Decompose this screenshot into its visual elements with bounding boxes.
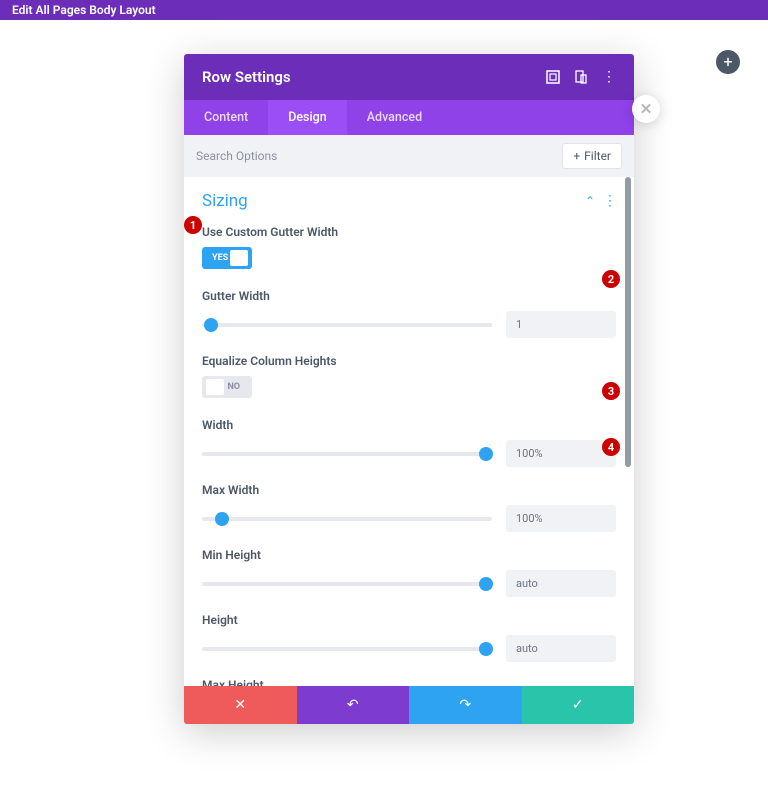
ctl-use-custom-gutter: Use Custom Gutter Width YES	[202, 225, 616, 273]
cancel-button[interactable]: ✕	[184, 686, 297, 724]
close-modal-button[interactable]: ✕	[632, 95, 660, 123]
search-row: Search Options + Filter	[184, 135, 634, 177]
slider-thumb[interactable]	[479, 577, 493, 591]
slider-thumb[interactable]	[204, 318, 218, 332]
add-section-button[interactable]: +	[716, 50, 740, 74]
section-sizing-header[interactable]: Sizing ⌃ ⋮	[184, 177, 634, 219]
use-custom-gutter-toggle[interactable]: YES	[202, 247, 252, 269]
dots-vertical-icon[interactable]: ⋮	[602, 70, 616, 84]
section-sizing-title: Sizing	[202, 191, 248, 211]
expand-icon[interactable]	[546, 70, 560, 84]
use-custom-gutter-label: Use Custom Gutter Width	[202, 225, 616, 239]
ctl-max-height: Max Height	[202, 678, 616, 686]
tab-content[interactable]: Content	[184, 100, 268, 135]
annotation-marker-4: 4	[602, 438, 620, 456]
min-height-slider[interactable]	[202, 582, 492, 586]
height-input[interactable]	[506, 635, 616, 662]
min-height-input[interactable]	[506, 570, 616, 597]
annotation-marker-3: 3	[602, 382, 620, 400]
filter-label: Filter	[584, 149, 611, 163]
redo-button[interactable]: ↷	[409, 686, 522, 724]
modal-header-actions: ⋮	[546, 70, 616, 84]
ctl-equalize-heights: Equalize Column Heights NO	[202, 354, 616, 402]
annotation-marker-1: 1	[184, 216, 202, 234]
width-input[interactable]	[506, 440, 616, 467]
ctl-width: Width	[202, 418, 616, 467]
slider-thumb[interactable]	[215, 512, 229, 526]
close-icon: ✕	[234, 697, 246, 713]
max-width-slider[interactable]	[202, 517, 492, 521]
tabs: Content Design Advanced	[184, 100, 634, 135]
plus-icon: +	[573, 149, 580, 163]
top-bar-title: Edit All Pages Body Layout	[12, 3, 156, 17]
modal-header: Row Settings ⋮	[184, 54, 634, 100]
scrollbar[interactable]	[625, 177, 631, 467]
ctl-max-width: Max Width	[202, 483, 616, 532]
filter-button[interactable]: + Filter	[562, 143, 622, 169]
max-width-label: Max Width	[202, 483, 616, 497]
section-menu-icon[interactable]: ⋮	[603, 193, 616, 209]
modal-title: Row Settings	[202, 68, 291, 86]
plus-icon: +	[723, 54, 732, 70]
chevron-up-icon[interactable]: ⌃	[585, 194, 595, 208]
width-label: Width	[202, 418, 616, 432]
toggle-knob	[230, 250, 248, 266]
tab-design[interactable]: Design	[268, 100, 347, 135]
tab-advanced[interactable]: Advanced	[347, 100, 442, 135]
save-button[interactable]: ✓	[522, 686, 635, 724]
search-input[interactable]: Search Options	[196, 149, 277, 163]
min-height-label: Min Height	[202, 548, 616, 562]
height-slider[interactable]	[202, 647, 492, 651]
modal-footer: ✕ ↶ ↷ ✓	[184, 686, 634, 724]
gutter-width-slider[interactable]	[202, 323, 492, 327]
check-icon: ✓	[572, 697, 584, 713]
toggle-no-text: NO	[221, 382, 246, 392]
max-width-input[interactable]	[506, 505, 616, 532]
undo-icon: ↶	[347, 697, 359, 713]
equalize-heights-label: Equalize Column Heights	[202, 354, 616, 368]
gutter-width-label: Gutter Width	[202, 289, 616, 303]
section-sizing-body: Use Custom Gutter Width YES Gutter Width…	[184, 219, 634, 686]
width-slider[interactable]	[202, 452, 492, 456]
ctl-gutter-width: Gutter Width	[202, 289, 616, 338]
redo-icon: ↷	[459, 697, 471, 713]
scroll-body: Sizing ⌃ ⋮ Use Custom Gutter Width YES G…	[184, 177, 634, 686]
max-height-label: Max Height	[202, 678, 616, 686]
undo-button[interactable]: ↶	[297, 686, 410, 724]
slider-thumb[interactable]	[479, 642, 493, 656]
row-settings-modal: Row Settings ⋮ Content Design Advanced S…	[184, 54, 634, 724]
slider-thumb[interactable]	[479, 447, 493, 461]
equalize-heights-toggle[interactable]: NO	[202, 376, 252, 398]
ctl-min-height: Min Height	[202, 548, 616, 597]
annotation-marker-2: 2	[602, 270, 620, 288]
close-icon: ✕	[640, 100, 653, 118]
responsive-icon[interactable]	[574, 70, 588, 84]
gutter-width-input[interactable]	[506, 311, 616, 338]
top-bar: Edit All Pages Body Layout	[0, 0, 768, 20]
ctl-height: Height	[202, 613, 616, 662]
height-label: Height	[202, 613, 616, 627]
